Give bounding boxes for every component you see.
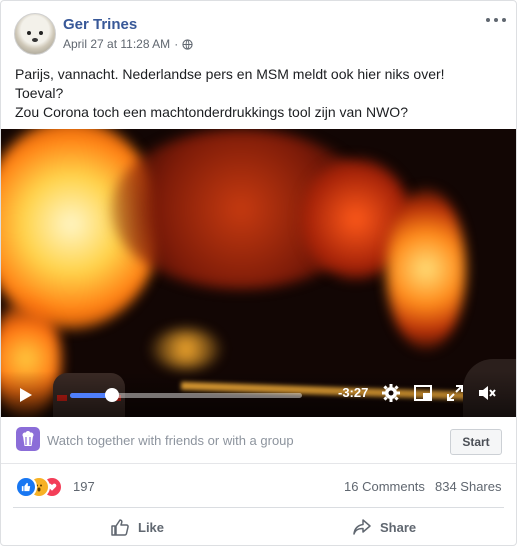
fire-glow: [386, 189, 466, 349]
post-text-line: Parijs, vannacht. Nederlandse pers en MS…: [15, 66, 445, 82]
video-scrubber[interactable]: [70, 388, 302, 402]
shares-count[interactable]: 834 Shares: [435, 479, 502, 494]
post-text-line: Toeval?: [15, 85, 64, 101]
dot-icon: [494, 18, 498, 22]
watch-together-text[interactable]: Watch together with friends or with a gr…: [47, 433, 294, 448]
like-reaction-icon: [15, 476, 37, 498]
comments-count[interactable]: 16 Comments: [344, 479, 425, 494]
avatar-eye: [39, 31, 43, 35]
play-icon[interactable]: [19, 387, 33, 403]
dot-icon: [502, 18, 506, 22]
start-button[interactable]: Start: [450, 429, 502, 455]
avatar[interactable]: [14, 13, 56, 55]
avatar-nose: [32, 38, 38, 42]
author-name[interactable]: Ger Trines: [63, 16, 137, 33]
time-remaining: -3:27: [338, 385, 369, 400]
popcorn-icon: [22, 431, 34, 446]
meta-separator: ·: [174, 37, 179, 51]
share-button[interactable]: Share: [352, 515, 416, 539]
action-bar: Like Share: [13, 507, 504, 545]
watch-party-icon: [16, 427, 40, 451]
video-player[interactable]: -3:27: [1, 129, 516, 417]
scrubber-handle[interactable]: [104, 388, 119, 402]
mute-icon[interactable]: [477, 383, 497, 403]
dot-icon: [486, 18, 490, 22]
post-text: Parijs, vannacht. Nederlandse pers en MS…: [15, 65, 505, 122]
share-arrow-icon: [353, 519, 371, 535]
post-timestamp[interactable]: April 27 at 11:28 AM: [63, 37, 170, 51]
share-label: Share: [380, 519, 417, 535]
gear-icon[interactable]: [381, 383, 401, 403]
post-card: Ger Trines April 27 at 11:28 AM · Parijs…: [0, 0, 517, 546]
fullscreen-icon[interactable]: [445, 383, 465, 403]
thumbs-up-icon: [111, 519, 129, 536]
reaction-icons[interactable]: [15, 476, 71, 498]
like-label: Like: [138, 519, 165, 535]
post-text-line: Zou Corona toch een machtonderdrukkings …: [15, 104, 408, 120]
watch-together-row: Watch together with friends or with a gr…: [1, 417, 516, 464]
fire-glow: [151, 329, 221, 369]
like-button[interactable]: Like: [110, 515, 164, 539]
globe-icon[interactable]: [182, 38, 193, 50]
more-options-button[interactable]: [486, 13, 506, 27]
post-meta: April 27 at 11:28 AM ·: [63, 37, 193, 51]
avatar-eye: [27, 31, 31, 35]
reaction-count[interactable]: 197: [73, 479, 95, 494]
miniplayer-icon[interactable]: [413, 383, 433, 403]
reactions-row: 197 16 Comments 834 Shares: [1, 471, 516, 501]
